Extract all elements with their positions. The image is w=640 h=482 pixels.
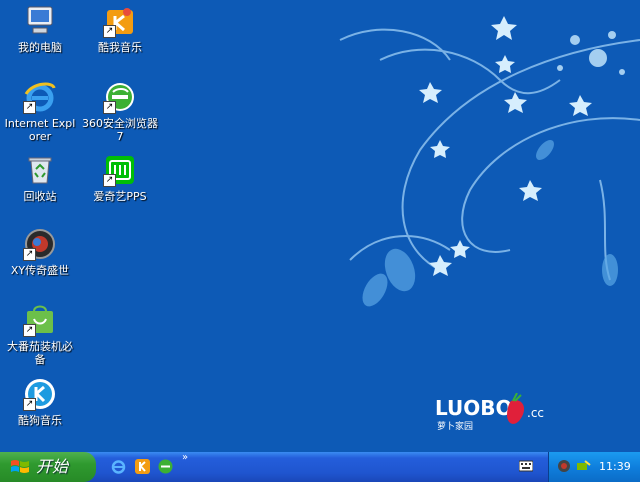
tray-safely-remove-icon[interactable] [575, 459, 591, 473]
quicklaunch-ie-icon[interactable] [110, 458, 127, 475]
shortcut-arrow-icon: ↗ [23, 398, 36, 411]
quicklaunch-kuwo-icon[interactable] [134, 458, 151, 475]
quicklaunch-more-button[interactable]: » [182, 452, 188, 463]
desktop-icon-label: 我的电脑 [18, 41, 62, 54]
kugou-music-icon: ↗ [23, 377, 57, 411]
desktop-icon-label: 爱奇艺PPS [93, 190, 147, 203]
desktop-icon-shopping-bag[interactable]: ↗ 大番茄装机必备 [2, 303, 78, 366]
desktop-icon-iqiyi[interactable]: ↗ 爱奇艺PPS [82, 153, 158, 203]
desktop-icon-my-computer[interactable]: 我的电脑 [2, 4, 78, 54]
shortcut-arrow-icon: ↗ [103, 25, 116, 38]
desktop-icon-xy-game[interactable]: ↗ XY传奇盛世 [2, 227, 78, 277]
desktop-icon-internet-explorer[interactable]: ↗ Internet Explorer [2, 80, 78, 143]
360-browser-icon: ↗ [103, 80, 137, 114]
quicklaunch-360-browser-icon[interactable] [157, 458, 174, 475]
keyboard-icon[interactable] [519, 460, 533, 472]
tray-app-icon[interactable] [557, 459, 571, 473]
taskbar: 开始 » 11:39 [0, 452, 640, 482]
desktop-icon-label: 酷我音乐 [98, 41, 142, 54]
shortcut-arrow-icon: ↗ [103, 174, 116, 187]
logo-suffix-text: .cc [527, 406, 544, 420]
desktop-icon-label: 酷狗音乐 [18, 414, 62, 427]
iqiyi-icon: ↗ [103, 153, 137, 187]
my-computer-icon [23, 4, 57, 38]
logo-caption-text: 萝卜家园 [437, 420, 473, 432]
luobo-logo: LUOBO .cc 萝卜家园 [435, 393, 544, 432]
shortcut-arrow-icon: ↗ [103, 101, 116, 114]
desktop-icon-label: Internet Explorer [4, 117, 76, 143]
desktop-icon-recycle-bin[interactable]: 回收站 [2, 153, 78, 203]
desktop-icon-kuwo-music[interactable]: ↗ 酷我音乐 [82, 4, 158, 54]
desktop-icon-label: 大番茄装机必备 [7, 340, 73, 366]
shopping-bag-icon: ↗ [23, 303, 57, 337]
desktop: 我的电脑 ↗ Internet Explorer 回收站 ↗ XY传奇盛世 ↗ … [0, 0, 640, 452]
internet-explorer-icon: ↗ [23, 80, 57, 114]
floral-wallpaper [339, 16, 640, 307]
desktop-icon-kugou-music[interactable]: ↗ 酷狗音乐 [2, 377, 78, 427]
xy-game-icon: ↗ [23, 227, 57, 261]
windows-flag-icon [11, 460, 29, 473]
start-button[interactable]: 开始 [0, 452, 96, 482]
desktop-icon-label: XY传奇盛世 [10, 264, 70, 277]
shortcut-arrow-icon: ↗ [23, 101, 36, 114]
recycle-bin-icon [23, 153, 57, 187]
desktop-icon-360-browser[interactable]: ↗ 360安全浏览器7 [82, 80, 158, 143]
desktop-icon-label: 360安全浏览器7 [82, 117, 158, 143]
start-label: 开始 [36, 457, 69, 476]
kuwo-music-icon: ↗ [103, 4, 137, 38]
desktop-icon-label: 回收站 [23, 190, 57, 203]
shortcut-arrow-icon: ↗ [23, 324, 36, 337]
shortcut-arrow-icon: ↗ [23, 248, 36, 261]
logo-brand-text: LUOBO [435, 396, 513, 420]
clock[interactable]: 11:39 [599, 460, 631, 473]
system-tray: 11:39 [548, 452, 640, 482]
